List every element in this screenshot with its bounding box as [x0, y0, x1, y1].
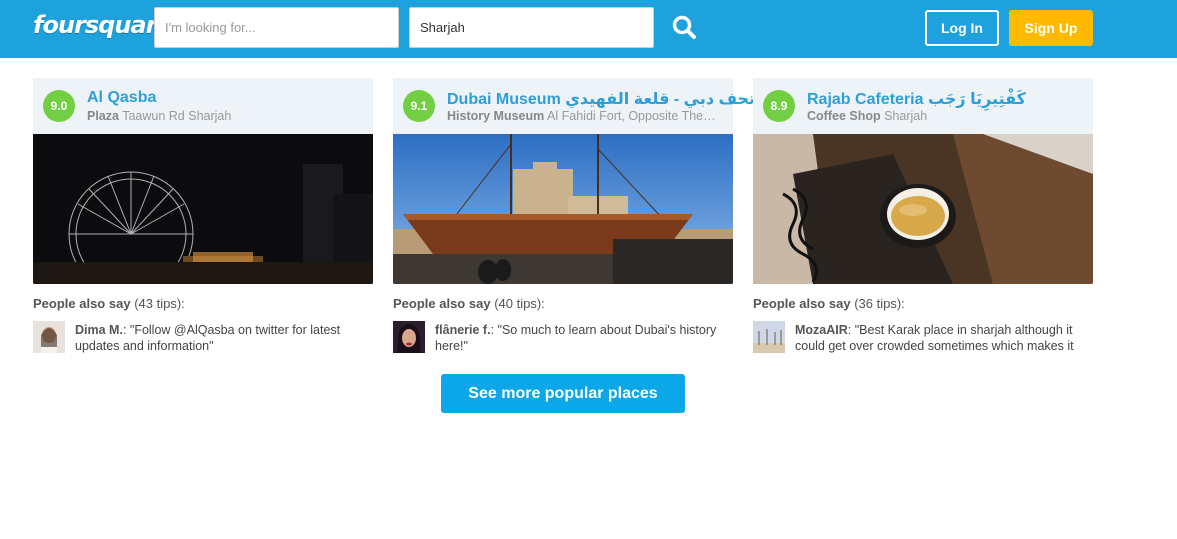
- avatar[interactable]: [393, 321, 425, 353]
- search-query-input[interactable]: [154, 7, 399, 48]
- venue-name-link[interactable]: Al Qasba: [87, 89, 156, 107]
- venue-photo[interactable]: [33, 134, 373, 284]
- login-button[interactable]: Log In: [925, 10, 999, 46]
- venue-address: Sharjah: [884, 109, 928, 123]
- tip-author[interactable]: Dima M.: [75, 323, 123, 337]
- tip-author[interactable]: flânerie f.: [435, 323, 491, 337]
- venue-card: 8.9 Rajab Cafeteria كَفْتِيرِيَا رَجَب C…: [753, 78, 1093, 356]
- venue-photo[interactable]: [393, 134, 733, 284]
- venue-card-header: 8.9 Rajab Cafeteria كَفْتِيرِيَا رَجَب C…: [753, 78, 1093, 134]
- search-near-input[interactable]: [409, 7, 654, 48]
- venue-category: Plaza: [87, 109, 119, 123]
- venue-photo[interactable]: [753, 134, 1093, 284]
- venue-name-link[interactable]: Dubai Museum متحف دبي - قلعة الفهيدي: [447, 89, 766, 109]
- venue-score-badge: 8.9: [763, 90, 795, 122]
- avatar[interactable]: [753, 321, 785, 353]
- signup-button[interactable]: Sign Up: [1009, 10, 1093, 46]
- see-more-places-button[interactable]: See more popular places: [441, 374, 685, 413]
- tips-count: (36 tips):: [854, 296, 905, 311]
- tips-heading: People also say (43 tips):: [33, 296, 185, 311]
- venue-details: Plaza Taawun Rd Sharjah: [87, 109, 359, 123]
- venue-score-badge: 9.1: [403, 90, 435, 122]
- tips-heading: People also say (40 tips):: [393, 296, 545, 311]
- avatar[interactable]: [33, 321, 65, 353]
- tip-item: flânerie f.: "So much to learn about Dub…: [393, 321, 733, 355]
- venue-card: 9.0 Al Qasba Plaza Taawun Rd Sharjah Peo…: [33, 78, 373, 355]
- venue-card: 9.1 Dubai Museum متحف دبي - قلعة الفهيدي…: [393, 78, 766, 355]
- tips-heading: People also say (36 tips):: [753, 296, 905, 311]
- venue-category: Coffee Shop: [807, 109, 881, 123]
- venue-card-header: 9.1 Dubai Museum متحف دبي - قلعة الفهيدي…: [393, 78, 766, 134]
- tips-count: (40 tips):: [494, 296, 545, 311]
- venue-name-link[interactable]: Rajab Cafeteria كَفْتِيرِيَا رَجَب: [807, 89, 1026, 109]
- tip-author[interactable]: MozaAIR: [795, 323, 848, 337]
- venue-card-header: 9.0 Al Qasba Plaza Taawun Rd Sharjah: [33, 78, 373, 134]
- top-bar: foursquare Log In Sign Up: [0, 0, 1177, 58]
- foursquare-logo[interactable]: foursquare: [33, 11, 173, 39]
- venue-address: Taawun Rd Sharjah: [122, 109, 232, 123]
- tip-item: Dima M.: "Follow @AlQasba on twitter for…: [33, 321, 373, 355]
- search-button[interactable]: [668, 12, 702, 44]
- venue-address: Al Fahidi Fort, Opposite The Grand Mosqu…: [547, 109, 719, 123]
- venue-category: History Museum: [447, 109, 545, 123]
- tip-text: Dima M.: "Follow @AlQasba on twitter for…: [75, 323, 341, 353]
- magnifier-icon: [672, 15, 696, 39]
- tip-text: flânerie f.: "So much to learn about Dub…: [435, 323, 717, 353]
- venue-details: Coffee Shop Sharjah: [807, 109, 1079, 123]
- venue-details: History Museum Al Fahidi Fort, Opposite …: [447, 109, 719, 123]
- tips-count: (43 tips):: [134, 296, 185, 311]
- tip-text: MozaAIR: "Best Karak place in sharjah al…: [795, 323, 1074, 356]
- venue-score-badge: 9.0: [43, 90, 75, 122]
- tip-item: MozaAIR: "Best Karak place in sharjah al…: [753, 321, 1093, 356]
